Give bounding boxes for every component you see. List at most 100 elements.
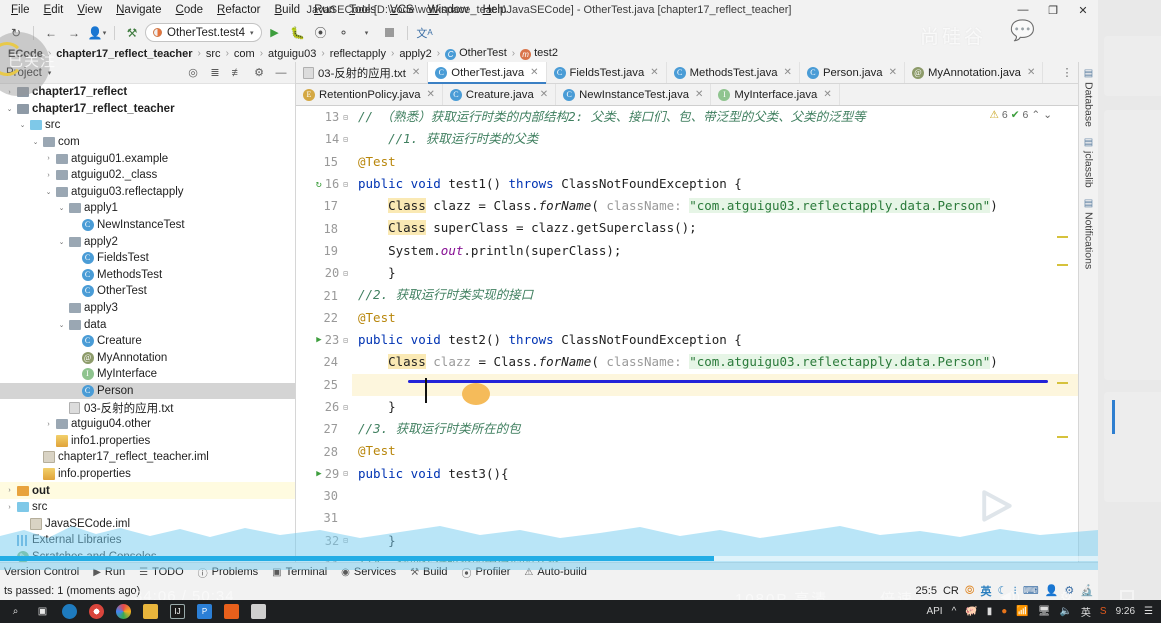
settings-gear-icon[interactable]: ⚙ [251, 65, 267, 81]
tree-item-com[interactable]: ⌄ com [0, 134, 295, 151]
expand-chevron-icon[interactable]: › [4, 89, 15, 96]
tree-item-chapter17-reflect-teacher[interactable]: ⌄ chapter17_reflect_teacher [0, 101, 295, 118]
expand-chevron-icon[interactable]: › [43, 155, 54, 162]
right-tool-database[interactable]: ▤ Database [1083, 68, 1095, 127]
editor-tab-methodstest-java[interactable]: C MethodsTest.java ✕ [666, 62, 800, 83]
editor-tab-myannotation-java[interactable]: @ MyAnnotation.java ✕ [904, 62, 1044, 83]
ime-icon[interactable]: 英 [1081, 604, 1091, 619]
breadcrumb-item-com[interactable]: com [230, 48, 259, 60]
close-icon[interactable]: ✕ [540, 89, 548, 100]
editor-tab-othertest-java[interactable]: C OtherTest.java ✕ [428, 62, 547, 84]
code-line-18[interactable]: Class superClass = clazz.getSuperclass()… [352, 217, 1078, 239]
idea-icon[interactable]: IJ [170, 604, 185, 619]
pycharm-icon[interactable]: P [197, 604, 212, 619]
breadcrumb-item-ecode[interactable]: ECode [4, 48, 47, 60]
expand-chevron-icon[interactable]: ⌄ [43, 188, 54, 196]
bottom-tool-version-control[interactable]: Version Control [4, 566, 79, 578]
close-icon[interactable]: ✕ [650, 67, 658, 78]
tree-item-atguigu04-other[interactable]: › atguigu04.other [0, 416, 295, 433]
back-icon[interactable]: ← [41, 23, 61, 43]
editor-tab-myinterface-java[interactable]: I MyInterface.java ✕ [711, 84, 840, 105]
menu-item-view[interactable]: View [70, 2, 109, 18]
editor-tab-creature-java[interactable]: C Creature.java ✕ [442, 84, 557, 105]
tree-item-info1-properties[interactable]: info1.properties [0, 432, 295, 449]
typora-icon[interactable] [251, 604, 266, 619]
volume-icon[interactable]: 🔈 [1059, 606, 1071, 617]
chevron-down-icon[interactable]: ▾ [48, 69, 52, 77]
network-icon[interactable]: 📶 [1016, 606, 1028, 617]
breadcrumb-item-othertest[interactable]: C OtherTest [441, 47, 511, 60]
clock[interactable]: 9:26 [1116, 606, 1135, 617]
translate-icon[interactable]: 文A [415, 23, 435, 43]
profile-icon[interactable]: 👤 ▾ [87, 23, 107, 43]
ime-moon-icon[interactable]: ☾ [997, 584, 1007, 597]
task-view-icon[interactable]: ▣ [35, 604, 50, 619]
code-line-28[interactable]: @Test [352, 440, 1078, 462]
breadcrumb-item-src[interactable]: src [202, 48, 225, 60]
right-tool-jclasslib[interactable]: ▤ jclasslib [1083, 137, 1095, 188]
code-line-23[interactable]: public void test2() throws ClassNotFound… [352, 329, 1078, 351]
close-icon[interactable]: ✕ [427, 89, 435, 100]
editor-tab-fieldstest-java[interactable]: C FieldsTest.java ✕ [546, 62, 667, 83]
expand-chevron-icon[interactable]: ⌄ [17, 121, 28, 129]
close-icon[interactable]: ✕ [784, 67, 792, 78]
tree-item-othertest[interactable]: C OtherTest [0, 283, 295, 300]
close-icon[interactable]: ✕ [412, 67, 420, 78]
sync-icon[interactable]: ↻ [6, 23, 26, 43]
fold-icon[interactable]: ⊟ [343, 135, 348, 144]
run-button[interactable]: ▶ [265, 23, 285, 43]
code-line-29[interactable]: public void test3(){ [352, 463, 1078, 485]
forward-icon[interactable]: → [64, 23, 84, 43]
bottom-tool-profiler[interactable]: ⦿ Profiler [462, 565, 511, 580]
tree-item-myinterface[interactable]: I MyInterface [0, 366, 295, 383]
battery-icon[interactable]: ▮ [987, 606, 993, 617]
search-icon[interactable]: ⌕ [8, 604, 23, 619]
inspection-widget[interactable]: ⚠ 6 ✔ 6 ⌃ ⌄ [989, 109, 1052, 121]
tree-item-atguigu03-reflectapply[interactable]: ⌄ atguigu03.reflectapply [0, 184, 295, 201]
close-button[interactable]: ✕ [1068, 0, 1098, 20]
tray-expand-icon[interactable]: ^ [952, 606, 957, 617]
breadcrumb-item-atguigu03[interactable]: atguigu03 [264, 48, 320, 60]
sogou-icon[interactable]: 🔬 [1080, 584, 1094, 597]
code-line-31[interactable] [352, 507, 1078, 529]
expand-chevron-icon[interactable]: ⌄ [30, 138, 41, 146]
bottom-tool-services[interactable]: ◉ Services [341, 566, 396, 578]
code-line-25[interactable] [352, 373, 1078, 396]
run-configuration-selector[interactable]: OtherTest.test4 ▾ [145, 23, 262, 42]
caret-position[interactable]: 25:5 [916, 585, 937, 597]
close-icon[interactable]: ✕ [1027, 67, 1035, 78]
bottom-tool-terminal[interactable]: ▣ Terminal [272, 566, 327, 578]
debug-icon[interactable]: 🐛 [288, 23, 308, 43]
expand-chevron-icon[interactable]: › [43, 172, 54, 179]
ime-person-icon[interactable]: 👤 [1045, 584, 1059, 597]
bottom-tool-problems[interactable]: ⓘ Problems [198, 565, 258, 580]
code-content[interactable]: // （熟悉）获取运行时类的内部结构2: 父类、接口们、包、带泛型的父类、父类的… [352, 106, 1078, 562]
expand-chevron-icon[interactable]: ⌄ [56, 321, 67, 329]
collapse-all-icon[interactable]: ≢ [229, 65, 245, 81]
code-line-13[interactable]: // （熟悉）获取运行时类的内部结构2: 父类、接口们、包、带泛型的父类、父类的… [352, 106, 1078, 128]
expand-chevron-icon[interactable]: ⌄ [4, 105, 15, 113]
orange-circle-icon[interactable]: ● [1001, 606, 1007, 617]
breadcrumb-item-apply2[interactable]: apply2 [395, 48, 435, 60]
tree-item-data[interactable]: ⌄ data [0, 316, 295, 333]
code-line-26[interactable]: } [352, 396, 1078, 418]
tree-item-03-txt[interactable]: 03-反射的应用.txt [0, 399, 295, 416]
profile-run-icon[interactable]: ⚬ [334, 23, 354, 43]
tree-item-atguigu01-example[interactable]: › atguigu01.example [0, 150, 295, 167]
fold-icon[interactable]: ⊟ [343, 403, 348, 412]
menu-item-file[interactable]: File [4, 2, 37, 18]
tree-item-src[interactable]: ⌄ src [0, 117, 295, 134]
breadcrumb-item-reflectapply[interactable]: reflectapply [326, 48, 390, 60]
expand-chevron-icon[interactable]: ⌄ [56, 204, 67, 212]
editor-tab-03-txt[interactable]: 03-反射的应用.txt ✕ [296, 62, 429, 83]
code-line-30[interactable] [352, 485, 1078, 507]
run-gutter-icon[interactable]: ↻ [316, 179, 322, 190]
code-line-22[interactable]: @Test [352, 307, 1078, 329]
ime-chinese-icon[interactable]: 英 [980, 583, 991, 599]
photos-icon[interactable] [116, 604, 131, 619]
run-gutter-icon[interactable]: ▶ [316, 335, 321, 345]
right-tool-notifications[interactable]: ▤ Notifications [1083, 198, 1095, 269]
stop-button[interactable] [380, 23, 400, 43]
code-line-19[interactable]: System.out.println(superClass); [352, 240, 1078, 262]
tree-item-creature[interactable]: C Creature [0, 333, 295, 350]
